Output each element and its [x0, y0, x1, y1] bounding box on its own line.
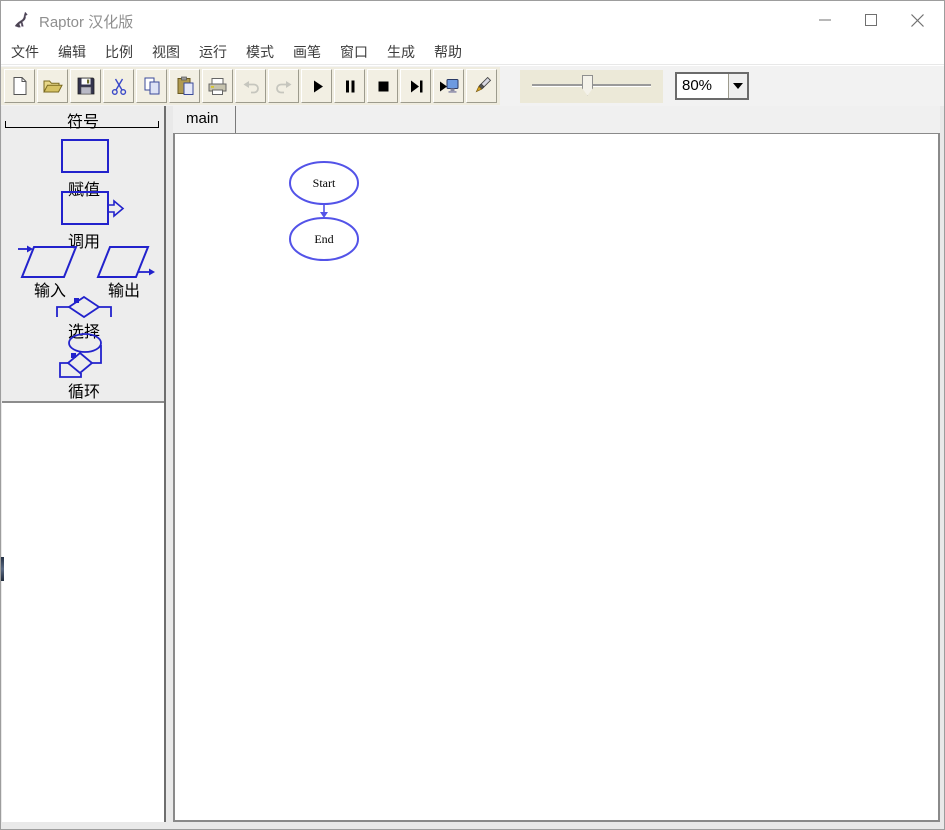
tabstrip: main — [173, 106, 940, 133]
pen-button[interactable] — [466, 69, 497, 103]
copy-pages-icon — [144, 77, 159, 95]
flowchart-canvas[interactable]: Start End — [173, 133, 940, 822]
paste-button[interactable] — [169, 69, 200, 103]
undo-button — [235, 69, 266, 103]
menu-file[interactable]: 文件 — [11, 39, 39, 65]
start-node-label: Start — [313, 176, 336, 190]
minimize-button[interactable] — [802, 1, 848, 39]
call-symbol[interactable] — [60, 190, 126, 228]
watch-list-panel[interactable] — [2, 401, 164, 822]
scissors-icon — [111, 78, 126, 95]
minimize-icon — [819, 19, 831, 21]
symbols-panel-header: 符号 — [2, 106, 164, 131]
pause-button[interactable] — [334, 69, 365, 103]
tab-main[interactable]: main — [173, 106, 236, 133]
play-icon — [313, 80, 323, 93]
save-floppy-icon — [77, 77, 94, 95]
new-button[interactable] — [4, 69, 35, 103]
left-panel: 符号 赋值 调用 输入 输出 选择 循环 — [2, 106, 166, 822]
maximize-icon — [865, 14, 877, 26]
menu-help[interactable]: 帮助 — [434, 39, 462, 65]
cut-button[interactable] — [103, 69, 134, 103]
menubar: 文件 编辑 比例 视图 运行 模式 画笔 窗口 生成 帮助 — [1, 39, 944, 65]
step-forward-icon — [410, 80, 422, 93]
menu-edit[interactable]: 编辑 — [58, 39, 86, 65]
speed-slider — [520, 69, 663, 103]
close-icon — [910, 13, 924, 27]
menu-pen[interactable]: 画笔 — [293, 39, 321, 65]
save-button[interactable] — [70, 69, 101, 103]
menu-window[interactable]: 窗口 — [340, 39, 368, 65]
flowchart: Start End — [289, 161, 359, 261]
play-button[interactable] — [301, 69, 332, 103]
open-folder-icon — [43, 80, 63, 93]
step-button[interactable] — [400, 69, 431, 103]
zoom-dropdown-button[interactable] — [728, 74, 747, 98]
stop-button[interactable] — [367, 69, 398, 103]
window-controls — [802, 1, 940, 39]
menu-mode[interactable]: 模式 — [246, 39, 274, 65]
run-console-button[interactable] — [433, 69, 464, 103]
loop-symbol[interactable] — [56, 332, 112, 382]
printer-icon — [208, 78, 227, 95]
pen-icon — [475, 76, 491, 93]
titlebar: Raptor 汉化版 — [1, 1, 944, 39]
splitter-grip[interactable] — [1, 557, 4, 581]
speed-slider-thumb[interactable] — [582, 74, 593, 96]
stop-icon — [378, 81, 388, 92]
main-area: main Start End — [173, 106, 940, 822]
end-node-label: End — [314, 232, 333, 246]
redo-button — [268, 69, 299, 103]
open-button[interactable] — [37, 69, 68, 103]
new-document-icon — [13, 77, 26, 95]
raptor-window: Raptor 汉化版 文件 编辑 比例 视图 运行 模式 画笔 窗口 生成 帮助… — [0, 0, 945, 830]
menu-generate[interactable]: 生成 — [387, 39, 415, 65]
maximize-button[interactable] — [848, 1, 894, 39]
undo-arrow-icon — [243, 81, 259, 94]
clipboard-paste-icon — [177, 76, 193, 95]
assignment-symbol[interactable] — [60, 138, 110, 174]
zoom-combobox[interactable]: 80% — [675, 72, 749, 100]
print-button[interactable] — [202, 69, 233, 103]
pause-icon — [345, 80, 354, 93]
zoom-value: 80% — [682, 77, 713, 94]
window-title: Raptor 汉化版 — [39, 14, 134, 31]
copy-button[interactable] — [136, 69, 167, 103]
close-button[interactable] — [894, 1, 940, 39]
menu-view[interactable]: 视图 — [152, 39, 180, 65]
loop-symbol-label: 循环 — [67, 384, 100, 401]
toolbar: 80% — [1, 66, 944, 106]
symbols-header-rule — [5, 121, 159, 128]
toolbar-button-group — [1, 67, 500, 105]
raptor-logo-icon — [14, 11, 28, 28]
monitor-play-icon — [439, 79, 458, 93]
menu-scale[interactable]: 比例 — [105, 39, 133, 65]
content-area: 符号 赋值 调用 输入 输出 选择 循环 main Start End — [1, 106, 944, 829]
redo-arrow-icon — [275, 81, 291, 94]
symbols-panel: 符号 赋值 调用 输入 输出 选择 循环 — [2, 106, 164, 401]
menu-run[interactable]: 运行 — [199, 39, 227, 65]
chevron-down-icon — [733, 83, 743, 89]
